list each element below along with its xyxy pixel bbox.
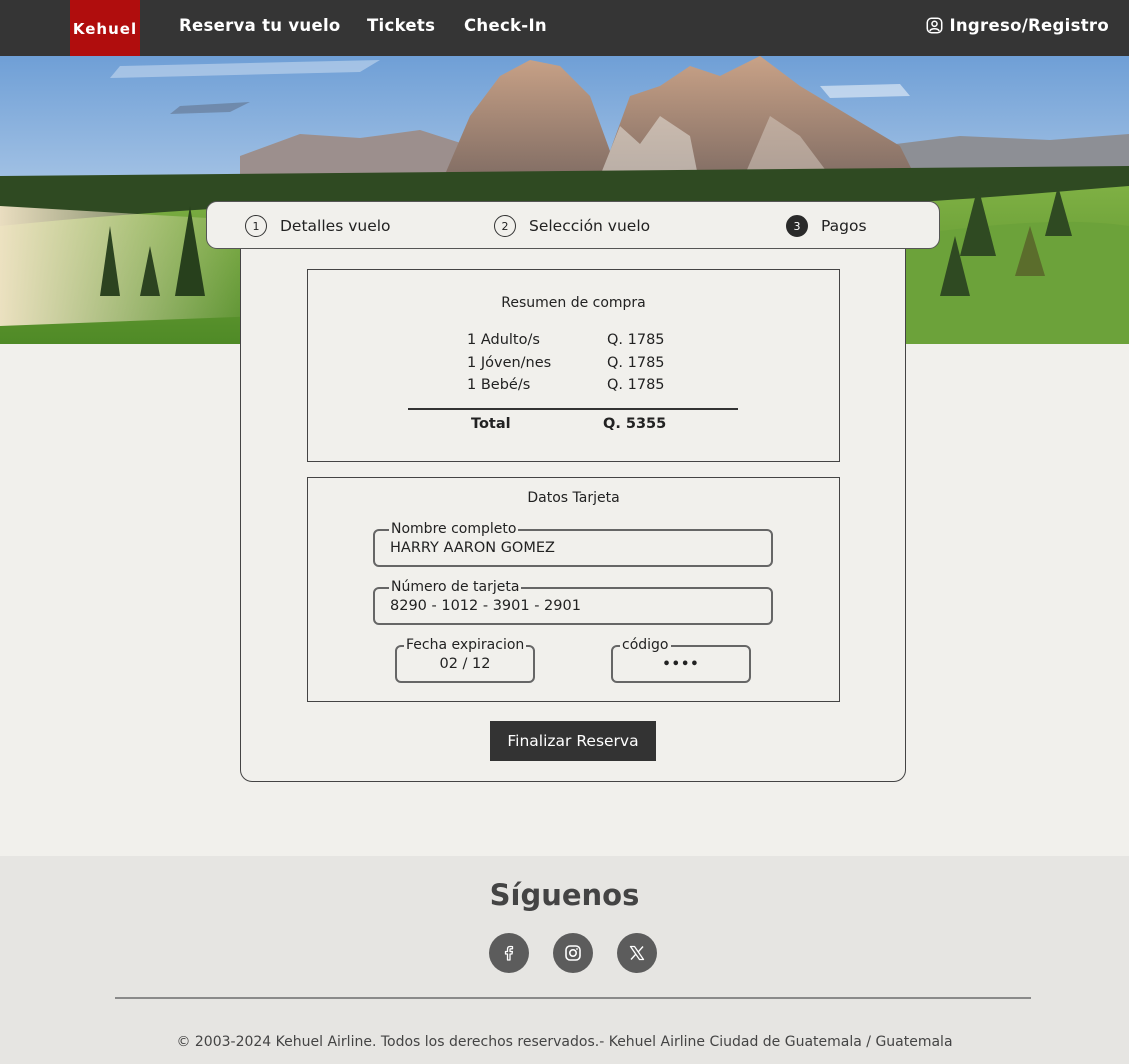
card-number-value: 8290 - 1012 - 3901 - 2901 (390, 598, 581, 614)
summary-row-value: Q. 1785 (607, 332, 665, 348)
step-number: 3 (786, 215, 808, 237)
footer: Síguenos © 2003-2024 Kehuel Airline. Tod… (0, 856, 1129, 1064)
login-label: Ingreso/Registro (949, 16, 1109, 35)
follow-us-title: Síguenos (489, 878, 640, 912)
card-number-field[interactable]: Número de tarjeta 8290 - 1012 - 3901 - 2… (373, 578, 773, 625)
purchase-summary: Resumen de compra 1 Adulto/s Q. 1785 1 J… (307, 269, 840, 462)
summary-title: Resumen de compra (501, 295, 646, 311)
full-name-label: Nombre completo (389, 520, 519, 538)
summary-row-label: 1 Adulto/s (467, 332, 540, 348)
total-label: Total (471, 416, 511, 432)
card-details-title: Datos Tarjeta (527, 490, 620, 506)
facebook-link[interactable] (489, 933, 529, 973)
instagram-icon (565, 945, 581, 961)
x-link[interactable] (617, 933, 657, 973)
security-code-value: •••• (662, 657, 700, 672)
nav-link-check-in[interactable]: Check-In (464, 16, 547, 35)
footer-divider (115, 997, 1031, 999)
copyright-text: © 2003-2024 Kehuel Airline. Todos los de… (176, 1034, 953, 1050)
nav-link-reserva[interactable]: Reserva tu vuelo (179, 16, 341, 35)
facebook-icon (504, 945, 514, 961)
payment-card: Resumen de compra 1 Adulto/s Q. 1785 1 J… (240, 236, 906, 782)
login-register-link[interactable]: Ingreso/Registro (926, 16, 1109, 35)
user-circle-icon (926, 17, 943, 34)
x-icon (629, 945, 645, 961)
expiry-date-value: 02 / 12 (439, 656, 491, 672)
brand-logo[interactable]: Kehuel (70, 0, 140, 56)
step-label: Pagos (821, 217, 867, 235)
expiry-date-field[interactable]: Fecha expiracion 02 / 12 (395, 636, 535, 683)
card-number-label: Número de tarjeta (389, 578, 522, 596)
summary-row-label: 1 Bebé/s (467, 377, 531, 393)
summary-row-value: Q. 1785 (607, 377, 665, 393)
card-details-form: Datos Tarjeta Nombre completo HARRY AARO… (307, 477, 840, 702)
finalize-booking-button[interactable]: Finalizar Reserva (490, 721, 656, 761)
step-number: 2 (494, 215, 516, 237)
step-detalles-vuelo[interactable]: 1 Detalles vuelo (245, 215, 391, 237)
step-seleccion-vuelo[interactable]: 2 Selección vuelo (494, 215, 650, 237)
total-value: Q. 5355 (603, 416, 667, 432)
security-code-label: código (620, 636, 671, 654)
step-pagos[interactable]: 3 Pagos (786, 215, 867, 237)
security-code-field[interactable]: código •••• (611, 636, 751, 683)
summary-divider (408, 408, 738, 410)
nav-link-tickets[interactable]: Tickets (367, 16, 435, 35)
booking-stepper: 1 Detalles vuelo 2 Selección vuelo 3 Pag… (206, 201, 940, 249)
summary-row-label: 1 Jóven/nes (467, 355, 552, 371)
step-label: Selección vuelo (529, 217, 651, 235)
top-navbar: Kehuel Reserva tu vuelo Tickets Check-In… (0, 0, 1129, 56)
full-name-field[interactable]: Nombre completo HARRY AARON GOMEZ (373, 520, 773, 567)
instagram-link[interactable] (553, 933, 593, 973)
summary-row-value: Q. 1785 (607, 355, 665, 371)
step-label: Detalles vuelo (280, 217, 391, 235)
full-name-value: HARRY AARON GOMEZ (390, 540, 555, 556)
expiry-date-label: Fecha expiracion (404, 636, 527, 654)
step-number: 1 (245, 215, 267, 237)
